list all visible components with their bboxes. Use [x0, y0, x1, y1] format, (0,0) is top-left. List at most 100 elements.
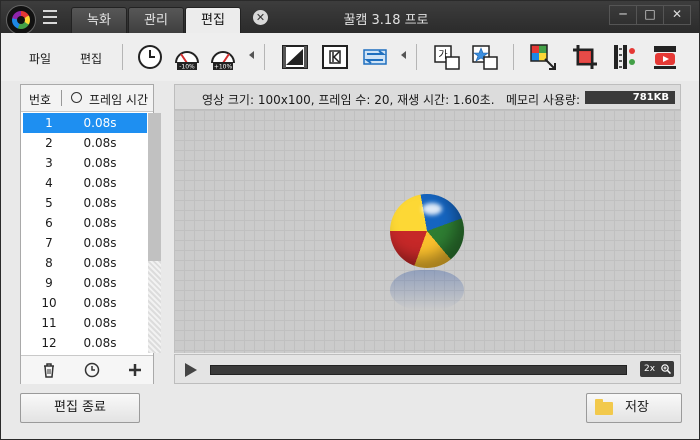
frame-list-header: 번호 프레임 시간: [21, 85, 153, 112]
sticker-icon[interactable]: [471, 43, 499, 71]
frame-duration: 0.08s: [83, 316, 117, 330]
close-tab-icon[interactable]: ✕: [253, 10, 268, 25]
frame-row[interactable]: 10 0.08s: [23, 293, 147, 313]
tab-record[interactable]: 녹화: [71, 7, 127, 33]
frame-duration: 0.08s: [83, 136, 117, 150]
frame-time-clock-icon[interactable]: [84, 362, 100, 378]
speed-plus-10-icon[interactable]: +10%: [209, 43, 237, 71]
app-logo-icon[interactable]: [6, 5, 36, 35]
speed-dropdown-arrow-icon[interactable]: [249, 51, 254, 59]
memory-usage-label: 메모리 사용량:: [505, 93, 581, 107]
resize-icon[interactable]: [529, 43, 557, 71]
frame-number: 5: [45, 196, 53, 210]
frame-duration: 0.08s: [83, 276, 117, 290]
frame-dropdown-arrow-icon[interactable]: [401, 51, 406, 59]
frame-duration: 0.08s: [83, 156, 117, 170]
frame-swap-icon[interactable]: [361, 43, 389, 71]
window-controls: ─ □ ✕: [609, 5, 691, 25]
frame-row[interactable]: 3 0.08s: [23, 153, 147, 173]
youtube-icon[interactable]: [651, 43, 679, 71]
toolbar-divider: [122, 44, 123, 70]
video-info-summary: 영상 크기: 100x100, 프레임 수: 20, 재생 시간: 1.60초.: [202, 93, 495, 107]
frame-row[interactable]: 4 0.08s: [23, 173, 147, 193]
hamburger-menu-icon[interactable]: [43, 10, 57, 24]
save-label: 저장: [625, 400, 649, 415]
end-edit-button[interactable]: 편집 종료: [20, 393, 140, 423]
menu-file[interactable]: 파일: [29, 50, 51, 67]
frame-number: 8: [45, 256, 53, 270]
frame-list: 1 0.08s 2 0.08s 3 0.08s 4 0.08s 5 0.08s 6 0.08s 7 0.0…: [23, 113, 147, 353]
frame-number: 7: [45, 236, 53, 250]
frame-number: 2: [45, 136, 53, 150]
frame-number: 3: [45, 156, 53, 170]
tab-manage[interactable]: 관리: [128, 7, 184, 33]
clock-icon[interactable]: [136, 43, 164, 71]
filter-icon[interactable]: [611, 43, 639, 71]
play-icon[interactable]: [185, 363, 197, 377]
frame-row[interactable]: 7 0.08s: [23, 233, 147, 253]
toolbar-divider: [264, 44, 265, 70]
column-header-number[interactable]: 번호: [29, 91, 51, 108]
speed-minus-10-icon[interactable]: -10%: [173, 43, 201, 71]
add-frame-icon[interactable]: [127, 362, 143, 378]
frame-duration: 0.08s: [83, 176, 117, 190]
preview-canvas[interactable]: [174, 110, 681, 353]
close-window-button[interactable]: ✕: [663, 6, 690, 24]
playback-speed-button[interactable]: 2x: [640, 361, 674, 377]
app-window: 녹화 관리 편집 ✕ 꿀캠 3.18 프로 ─ □ ✕ 파일 편집 -10% +…: [0, 0, 700, 440]
playback-track[interactable]: [210, 365, 627, 375]
frame-number: 6: [45, 216, 53, 230]
frame-number: 12: [41, 336, 57, 350]
trash-icon[interactable]: [41, 362, 57, 378]
frame-row[interactable]: 12 0.08s: [23, 333, 147, 353]
frame-duration: 0.08s: [83, 196, 117, 210]
timer-icon: [71, 92, 82, 103]
column-divider: [61, 90, 62, 106]
scrollbar-thumb[interactable]: [148, 113, 161, 261]
video-info-text: 영상 크기: 100x100, 프레임 수: 20, 재생 시간: 1.60초.…: [202, 91, 580, 108]
menu-edit[interactable]: 편집: [80, 50, 102, 67]
window-title: 꿀캠 3.18 프로: [343, 13, 429, 28]
frame-row[interactable]: 2 0.08s: [23, 133, 147, 153]
playback-speed-label: 2x: [644, 364, 656, 374]
frame-number: 9: [45, 276, 53, 290]
crop-icon[interactable]: [571, 43, 599, 71]
frame-list-panel: 번호 프레임 시간 1 0.08s 2 0.08s 3 0.08s 4 0.08s 5 0.08s…: [20, 84, 161, 384]
frame-duration: 0.08s: [83, 116, 117, 130]
frame-row[interactable]: 1 0.08s: [23, 113, 147, 133]
frame-effect-icon[interactable]: [281, 43, 309, 71]
frame-duration: 0.08s: [83, 336, 117, 350]
beach-ball-image: [390, 194, 464, 268]
column-header-frame-time[interactable]: 프레임 시간: [89, 91, 148, 108]
frame-duration: 0.08s: [83, 256, 117, 270]
zoom-in-icon: [661, 364, 671, 374]
toolbar: 파일 편집 -10% +10% 가: [1, 33, 699, 81]
frame-row[interactable]: 8 0.08s: [23, 253, 147, 273]
frame-number: 4: [45, 176, 53, 190]
ball-reflection: [390, 270, 464, 310]
frame-number: 10: [41, 296, 57, 310]
toolbar-divider: [416, 44, 417, 70]
frame-duration: 0.08s: [83, 296, 117, 310]
title-bar: 녹화 관리 편집 ✕ 꿀캠 3.18 프로 ─ □ ✕: [1, 1, 699, 35]
frame-number: 11: [41, 316, 57, 330]
frame-row[interactable]: 5 0.08s: [23, 193, 147, 213]
frame-list-scrollbar[interactable]: [148, 113, 161, 353]
memory-usage-value: 781KB: [585, 91, 675, 104]
frame-row[interactable]: 9 0.08s: [23, 273, 147, 293]
frame-skip-icon[interactable]: [321, 43, 349, 71]
speed-minus-label: -10%: [179, 64, 195, 71]
playback-bar: 2x: [174, 354, 681, 384]
folder-icon: [595, 399, 613, 415]
frame-duration: 0.08s: [83, 216, 117, 230]
toolbar-divider: [513, 44, 514, 70]
tab-edit[interactable]: 편집: [185, 7, 241, 33]
save-button[interactable]: 저장: [586, 393, 682, 423]
frame-row[interactable]: 11 0.08s: [23, 313, 147, 333]
maximize-button[interactable]: □: [636, 6, 663, 24]
minimize-button[interactable]: ─: [610, 6, 636, 24]
frame-number: 1: [45, 116, 53, 130]
frame-row[interactable]: 6 0.08s: [23, 213, 147, 233]
text-insert-icon[interactable]: 가: [433, 43, 461, 71]
frame-list-footer: [21, 355, 153, 384]
